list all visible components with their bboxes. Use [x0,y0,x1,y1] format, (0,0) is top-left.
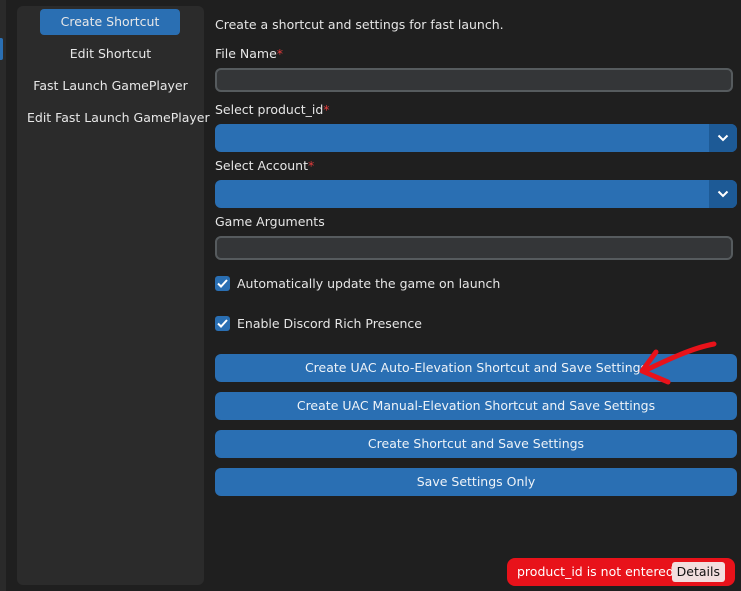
create-shortcut-button[interactable]: Create Shortcut and Save Settings [215,430,737,458]
sidebar-item-create-shortcut[interactable]: Create Shortcut [40,9,180,35]
chevron-down-icon [717,190,729,198]
window-edge [0,0,6,591]
sidebar: Create Shortcut Edit Shortcut Fast Launc… [17,6,210,585]
toast-message: product_id is not entered. [517,564,678,579]
product-id-label-text: Select product_id [215,102,324,117]
save-settings-only-button[interactable]: Save Settings Only [215,468,737,496]
left-accent-indicator [0,38,3,60]
auto-update-checkbox[interactable] [215,276,230,291]
discord-checkbox[interactable] [215,316,230,331]
create-uac-auto-elevation-button[interactable]: Create UAC Auto-Elevation Shortcut and S… [215,354,737,382]
main-panel: Create a shortcut and settings for fast … [215,0,737,591]
create-uac-manual-elevation-button[interactable]: Create UAC Manual-Elevation Shortcut and… [215,392,737,420]
sidebar-item-fast-launch[interactable]: Fast Launch GamePlayer [27,73,194,99]
sidebar-item-edit-fast-launch[interactable]: Edit Fast Launch GamePlayer [27,105,210,131]
game-arguments-input[interactable] [215,236,733,260]
checkmark-icon [217,319,228,328]
product-id-label: Select product_id* [215,102,330,117]
file-name-input[interactable] [215,68,733,92]
discord-checkbox-row[interactable]: Enable Discord Rich Presence [215,316,422,331]
sidebar-item-edit-shortcut[interactable]: Edit Shortcut [27,41,194,67]
required-mark: * [308,158,315,173]
toast-details-button[interactable]: Details [671,562,725,582]
account-select[interactable] [215,180,737,208]
checkmark-icon [217,279,228,288]
account-dropdown-button[interactable] [709,180,737,208]
chevron-down-icon [717,134,729,142]
product-id-dropdown-button[interactable] [709,124,737,152]
required-mark: * [323,102,330,117]
required-mark: * [276,46,284,61]
file-name-label: File Name* [215,46,283,61]
game-arguments-label: Game Arguments [215,214,325,229]
auto-update-label: Automatically update the game on launch [237,276,501,291]
account-label: Select Account* [215,158,314,173]
page-description: Create a shortcut and settings for fast … [215,17,504,32]
auto-update-checkbox-row[interactable]: Automatically update the game on launch [215,276,500,291]
account-label-text: Select Account [215,158,309,173]
discord-label: Enable Discord Rich Presence [237,316,422,331]
file-name-label-text: File Name [215,46,277,61]
product-id-select[interactable] [215,124,737,152]
error-toast: product_id is not entered. Details [507,558,735,586]
